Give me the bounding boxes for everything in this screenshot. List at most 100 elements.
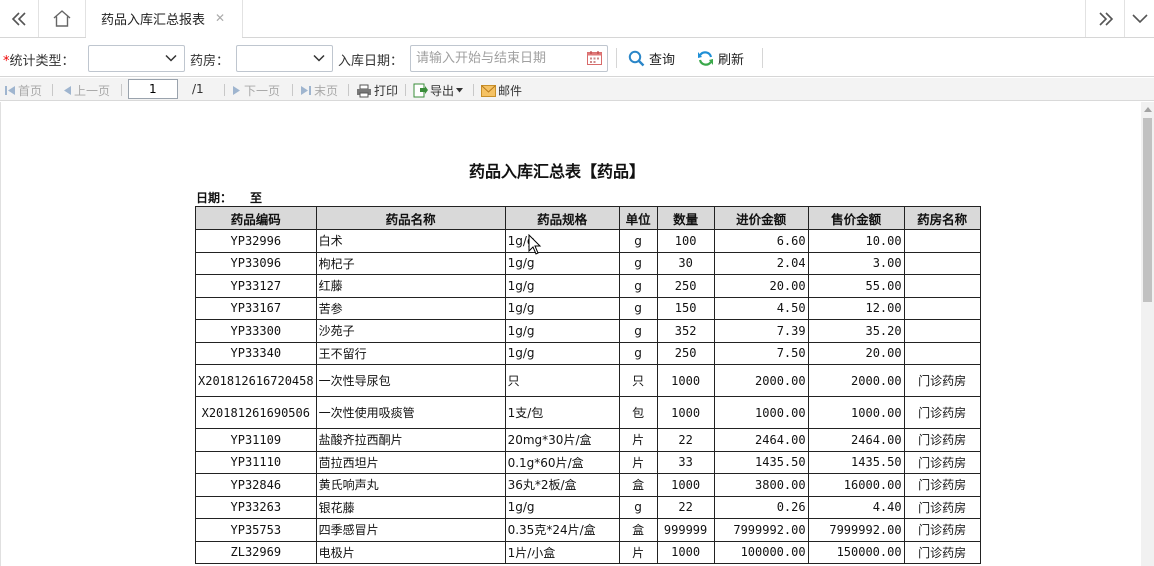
cell-name: 四季感冒片	[315, 518, 506, 542]
table-row: YP31109 盐酸齐拉西酮片 20mg*30片/盒片 22 2464.00 2464.0…	[195, 428, 981, 452]
scrollbar-thumb[interactable]	[1143, 118, 1152, 302]
cell-spec: 1g/g	[504, 251, 620, 275]
cell-unit: g	[618, 495, 658, 519]
cell-code: YP35753	[195, 518, 317, 542]
first-page-icon	[5, 86, 15, 95]
refresh-button[interactable]: 刷新	[697, 47, 744, 69]
mail-button[interactable]: 邮件	[481, 82, 522, 99]
tab-menu-button[interactable]	[1126, 0, 1154, 37]
cell-cost: 20.00	[713, 274, 809, 298]
table-row: YP33127 红藤 1g/g g 250 20.00 55.00	[195, 274, 981, 298]
cell-qty: 352	[656, 319, 715, 343]
last-page-icon	[301, 86, 311, 95]
cell-spec: 1g/g	[504, 296, 620, 320]
cell-code: YP33096	[195, 251, 317, 275]
cell-pharmacy: 门诊药房	[903, 450, 981, 474]
cell-unit: g	[618, 296, 658, 320]
cell-qty: 150	[656, 296, 715, 320]
table-row: X20181261690506 一次性使用吸痰管 1支/包包 1000 1000.00 1…	[195, 396, 981, 429]
stat-type-select[interactable]	[88, 45, 185, 72]
calendar-icon[interactable]	[587, 51, 602, 65]
table-row: YP32846 黄氏响声丸 36丸*2板/盒盒 1000 3800.00 16000.00…	[195, 473, 981, 497]
page-number-input[interactable]	[128, 79, 178, 99]
report-title: 药品入库汇总表【药品】	[469, 162, 646, 181]
report-viewer: 药品入库汇总表【药品】 日期：至 药品编码 药品名称 药品规格 单位 数量 进价…	[0, 102, 1141, 566]
first-page-button[interactable]: 首页	[4, 82, 42, 99]
scroll-up-icon[interactable]	[1144, 107, 1152, 112]
cell-pharmacy: 门诊药房	[903, 473, 981, 497]
stat-type-label: *统计类型：	[3, 54, 75, 69]
last-page-button[interactable]: 末页	[300, 82, 338, 99]
tab-drug-inbound-report[interactable]: 药品入库汇总报表 ✕	[86, 0, 242, 38]
filter-bar: *统计类型： 药房： 入库日期： 查询 刷新	[0, 39, 1154, 77]
table-header-row: 药品编码 药品名称 药品规格 单位 数量 进价金额 售价金额 药房名称	[195, 206, 981, 230]
query-button[interactable]: 查询	[628, 47, 675, 69]
report-date-range: 日期：至	[196, 191, 263, 205]
cell-name: 黄氏响声丸	[315, 473, 506, 497]
date-range-input[interactable]	[410, 45, 608, 72]
pharmacy-select[interactable]	[236, 45, 333, 72]
cell-price: 35.20	[807, 319, 905, 343]
prev-page-button[interactable]: 上一页	[62, 82, 110, 99]
cell-spec: 20mg*30片/盒	[504, 428, 620, 452]
cell-spec: 0.1g*60片/盒	[504, 450, 620, 474]
chevron-down-icon	[165, 54, 177, 62]
cell-pharmacy: 门诊药房	[903, 364, 981, 397]
col-code: 药品编码	[195, 206, 317, 230]
cell-qty: 250	[656, 274, 715, 298]
search-icon	[628, 50, 645, 66]
cell-price: 10.00	[807, 229, 905, 253]
home-tab-button[interactable]	[42, 0, 82, 37]
export-icon	[413, 83, 428, 98]
cell-name: 王不留行	[315, 341, 506, 365]
col-spec: 药品规格	[504, 206, 620, 230]
cell-unit: 片	[618, 450, 658, 474]
cell-unit: 盒	[618, 473, 658, 497]
cell-pharmacy: 门诊药房	[903, 495, 981, 519]
close-icon[interactable]: ✕	[215, 11, 225, 25]
cell-code: YP31109	[195, 428, 317, 452]
cell-name: 红藤	[315, 274, 506, 298]
cell-cost: 7999992.00	[713, 518, 809, 542]
cell-qty: 33	[656, 450, 715, 474]
cell-price: 55.00	[807, 274, 905, 298]
cell-pharmacy	[903, 251, 981, 275]
scroll-tabs-left-button[interactable]	[0, 0, 38, 37]
cell-code: YP33300	[195, 319, 317, 343]
col-name: 药品名称	[315, 206, 506, 230]
cell-pharmacy	[903, 229, 981, 253]
table-row: X201812616720458 一次性导尿包只只 1000 2000.00 2000.…	[195, 364, 981, 397]
cell-name: 茴拉西坦片	[315, 450, 506, 474]
print-button[interactable]: 打印	[356, 82, 398, 99]
tab-bar: 药品入库汇总报表 ✕	[0, 0, 1154, 38]
cell-name: 白术	[315, 229, 506, 253]
cell-cost: 0.26	[713, 495, 809, 519]
vertical-scrollbar[interactable]	[1141, 102, 1154, 566]
cell-price: 1435.50	[807, 450, 905, 474]
export-button[interactable]: 导出	[413, 82, 464, 99]
scroll-tabs-right-button[interactable]	[1087, 0, 1125, 37]
cell-unit: 片	[618, 428, 658, 452]
next-page-button[interactable]: 下一页	[232, 82, 280, 99]
cell-price: 1000.00	[807, 396, 905, 429]
cell-cost: 2464.00	[713, 428, 809, 452]
cell-price: 150000.00	[807, 540, 905, 564]
cell-unit: g	[618, 341, 658, 365]
cell-price: 3.00	[807, 251, 905, 275]
cell-pharmacy	[903, 341, 981, 365]
table-row: YP31110 茴拉西坦片 0.1g*60片/盒片 33 1435.50 1435.50 门…	[195, 450, 981, 474]
cell-name: 银花藤	[315, 495, 506, 519]
table-row: YP33263 银花藤 1g/g g 22 0.26 4.40 门诊药房	[195, 495, 981, 519]
cell-cost: 2.04	[713, 251, 809, 275]
prev-page-icon	[64, 86, 71, 95]
cell-price: 12.00	[807, 296, 905, 320]
cell-code: YP31110	[195, 450, 317, 474]
cell-pharmacy	[903, 296, 981, 320]
cell-qty: 30	[656, 251, 715, 275]
cell-unit: 盒	[618, 518, 658, 542]
cell-code: X201812616720458	[195, 364, 317, 397]
cell-qty: 1000	[656, 396, 715, 429]
cell-qty: 1000	[656, 473, 715, 497]
cell-qty: 250	[656, 341, 715, 365]
col-unit: 单位	[618, 206, 658, 230]
